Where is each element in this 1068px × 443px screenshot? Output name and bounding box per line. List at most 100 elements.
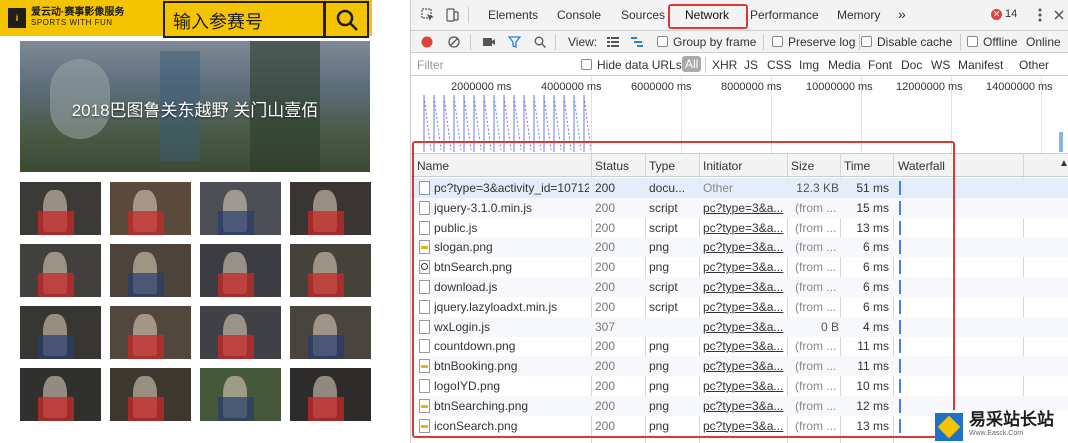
search-button[interactable] [324, 1, 369, 38]
record-icon[interactable] [418, 33, 436, 51]
type-filter-manifest[interactable]: Manifest [958, 58, 1003, 72]
photo-runner-shirt [217, 397, 255, 421]
toolbar-divider [468, 7, 469, 23]
race-photo-thumbnail[interactable] [20, 244, 101, 297]
website-viewport: i 爱云动·赛事影像服务 SPORTS WITH FUN 输入参赛号 2018巴… [0, 0, 410, 443]
offline-checkbox[interactable]: Offline [967, 35, 1017, 49]
tab-performance[interactable]: Performance [750, 8, 819, 22]
clear-icon[interactable] [445, 33, 463, 51]
photo-runner-shirt [307, 273, 345, 297]
race-photo-thumbnail[interactable] [200, 182, 281, 235]
error-count-badge[interactable]: ✕ 14 [991, 8, 1017, 20]
photo-runner-shirt [37, 335, 75, 359]
type-filter-font[interactable]: Font [868, 58, 892, 72]
request-table-highlight [412, 141, 955, 438]
photo-runner-shirt [37, 211, 75, 235]
tab-console[interactable]: Console [557, 8, 601, 22]
bib-number-search-input[interactable]: 输入参赛号 [163, 1, 325, 38]
event-banner[interactable]: 2018巴图鲁关东越野 关门山壹佰 [20, 41, 370, 172]
overview-waterfall-icon[interactable] [628, 33, 646, 51]
photo-runner-shirt [127, 211, 165, 235]
race-photo-thumbnail[interactable] [110, 244, 191, 297]
logo-text-en: SPORTS WITH FUN [31, 18, 113, 27]
devtools-panel: Elements Console Sources Network Perform… [410, 0, 1068, 443]
type-filter-media[interactable]: Media [828, 58, 861, 72]
race-photo-thumbnail[interactable] [290, 244, 371, 297]
toolbar-divider [960, 34, 961, 50]
race-photo-thumbnail[interactable] [200, 368, 281, 421]
race-photo-thumbnail[interactable] [20, 368, 101, 421]
photo-runner-shirt [217, 273, 255, 297]
watermark-text-cn: 易采站长站 [969, 409, 1054, 429]
timeline-tick-label: 12000000 ms [896, 81, 963, 93]
race-photo-thumbnail[interactable] [290, 182, 371, 235]
type-filter-ws[interactable]: WS [931, 58, 950, 72]
race-photo-thumbnail[interactable] [200, 306, 281, 359]
type-filter-xhr[interactable]: XHR [712, 58, 737, 72]
type-filter-css[interactable]: CSS [767, 58, 792, 72]
checkbox-box [657, 36, 668, 47]
checkbox-box [861, 36, 872, 47]
toolbar-divider [705, 57, 706, 73]
type-filter-doc[interactable]: Doc [901, 58, 922, 72]
filter-icon[interactable] [505, 33, 523, 51]
photo-runner-shirt [127, 273, 165, 297]
timeline-tick-label: 4000000 ms [541, 81, 602, 93]
race-photo-thumbnail[interactable] [110, 368, 191, 421]
race-photo-thumbnail[interactable] [20, 306, 101, 359]
network-filter-bar: Hide data URLs All XHR JS CSS Img Media … [411, 54, 1068, 76]
site-logo[interactable]: i 爱云动·赛事影像服务 SPORTS WITH FUN [8, 6, 168, 30]
race-photo-thumbnail[interactable] [20, 182, 101, 235]
more-tabs-icon[interactable]: » [898, 6, 906, 22]
view-label: View: [568, 35, 598, 49]
tab-elements[interactable]: Elements [488, 8, 538, 22]
race-photo-thumbnail[interactable] [110, 182, 191, 235]
sort-arrow-icon[interactable]: ▲ [1059, 158, 1068, 169]
race-photo-thumbnail[interactable] [290, 368, 371, 421]
photo-runner-shirt [127, 397, 165, 421]
race-photo-thumbnail[interactable] [200, 244, 281, 297]
type-filter-all[interactable]: All [682, 56, 702, 72]
timeline-tick-label: 14000000 ms [986, 81, 1053, 93]
filter-input[interactable] [417, 57, 567, 73]
checkbox-box [967, 36, 978, 47]
tab-sources[interactable]: Sources [621, 8, 665, 22]
race-photo-grid [20, 182, 371, 421]
type-filter-js[interactable]: JS [744, 58, 758, 72]
disable-cache-checkbox[interactable]: Disable cache [861, 35, 952, 49]
device-toolbar-icon[interactable] [443, 6, 461, 24]
checkbox-box [772, 36, 783, 47]
toolbar-divider [763, 34, 764, 50]
timeline-tick-label: 6000000 ms [631, 81, 692, 93]
type-filter-img[interactable]: Img [799, 58, 819, 72]
capture-screenshots-icon[interactable] [480, 33, 498, 51]
network-toolbar: View: Group by frame Preserve log Disabl… [411, 31, 1068, 53]
throttling-select[interactable]: Online [1026, 35, 1061, 49]
site-watermark: 易采站长站 Www.Easck.Com [935, 410, 1068, 443]
type-filter-other[interactable]: Other [1019, 58, 1049, 72]
photo-runner-shirt [307, 211, 345, 235]
timeline-tick-label: 8000000 ms [721, 81, 782, 93]
race-photo-thumbnail[interactable] [290, 306, 371, 359]
photo-runner-shirt [37, 273, 75, 297]
devtools-tab-bar: Elements Console Sources Network Perform… [411, 0, 1068, 31]
devtools-menu-icon[interactable] [1031, 6, 1049, 24]
close-devtools-icon[interactable] [1050, 6, 1068, 24]
site-header: i 爱云动·赛事影像服务 SPORTS WITH FUN 输入参赛号 [0, 0, 372, 38]
hide-data-urls-checkbox[interactable]: Hide data URLs [581, 58, 682, 72]
error-icon: ✕ [991, 8, 1002, 20]
photo-runner-shirt [217, 211, 255, 235]
toolbar-divider [470, 34, 471, 50]
disable-cache-label: Disable cache [877, 35, 953, 49]
inspect-element-icon[interactable] [419, 6, 437, 24]
large-rows-icon[interactable] [604, 33, 622, 51]
preserve-log-checkbox[interactable]: Preserve log [772, 35, 855, 49]
group-by-frame-checkbox[interactable]: Group by frame [657, 35, 756, 49]
race-photo-thumbnail[interactable] [110, 306, 191, 359]
photo-runner-shirt [217, 335, 255, 359]
network-tab-highlight [668, 4, 748, 29]
search-icon [336, 9, 358, 31]
timeline-tick-label: 2000000 ms [451, 81, 512, 93]
search-icon[interactable] [531, 33, 549, 51]
tab-memory[interactable]: Memory [837, 8, 880, 22]
